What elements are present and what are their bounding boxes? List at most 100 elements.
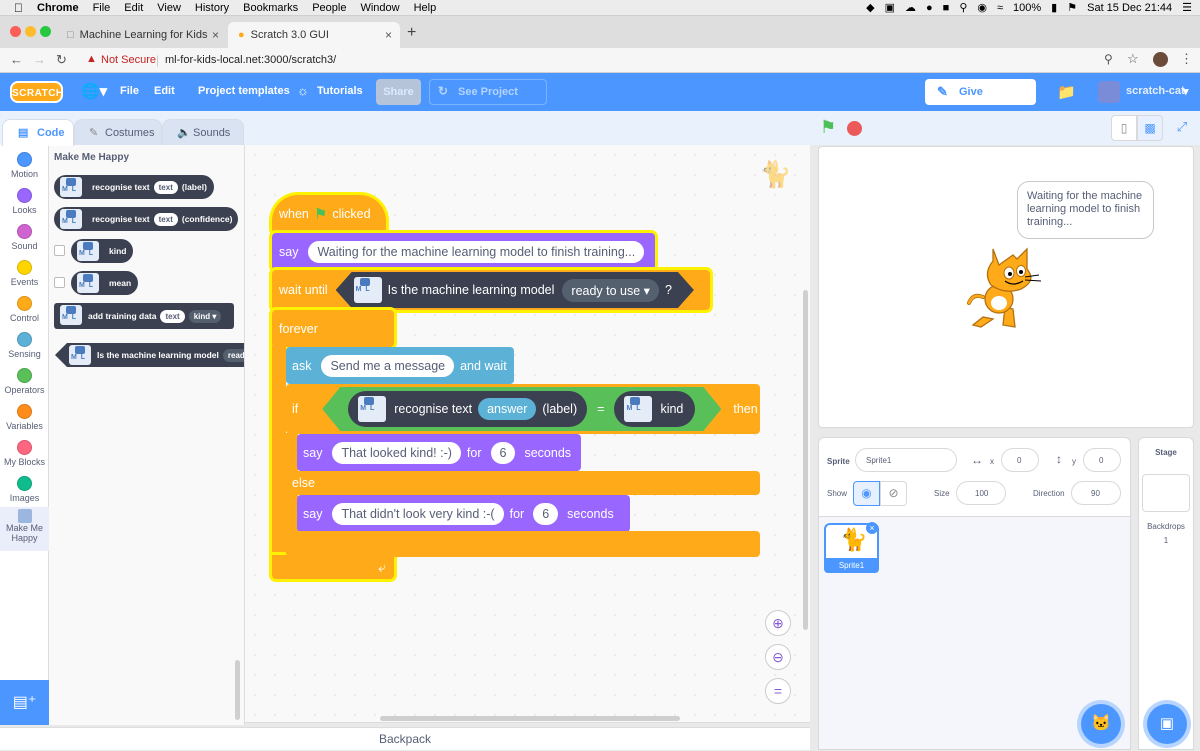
browser-tab-mlforkids[interactable]: □ Machine Learning for Kids ×: [57, 22, 227, 48]
script-vertical-scrollbar[interactable]: [803, 290, 808, 630]
minimize-window-button[interactable]: [25, 26, 36, 37]
close-tab-icon[interactable]: ×: [385, 28, 392, 42]
say-block[interactable]: say Waiting for the machine learning mod…: [272, 233, 655, 270]
zoom-in-button[interactable]: ⊕: [765, 610, 791, 636]
small-stage-button[interactable]: ▯: [1111, 115, 1137, 141]
say-text-input[interactable]: Waiting for the machine learning model t…: [308, 240, 645, 263]
flag-icon[interactable]: ⚑: [1067, 1, 1077, 14]
share-button[interactable]: Share: [376, 79, 421, 105]
app-menu-chrome[interactable]: Chrome: [37, 2, 79, 14]
green-flag-icon[interactable]: ⚑: [820, 117, 836, 138]
when-flag-clicked-block[interactable]: when ⚑ clicked: [272, 195, 386, 233]
wifi-icon[interactable]: ≈: [997, 2, 1003, 14]
category-operators[interactable]: Operators: [0, 363, 49, 395]
state-dropdown[interactable]: read: [222, 348, 244, 362]
delete-sprite-icon[interactable]: ×: [866, 522, 878, 534]
url-field[interactable]: ml-for-kids-local.net:3000/scratch3/: [165, 54, 336, 66]
apple-icon[interactable]: : [14, 1, 23, 15]
tab-sounds[interactable]: 🔈 Sounds: [162, 119, 244, 146]
my-stuff-folder-icon[interactable]: 📁: [1057, 83, 1076, 101]
dropbox-icon[interactable]: ◆: [866, 1, 874, 14]
menu-edit[interactable]: Edit: [124, 2, 143, 14]
search-icon[interactable]: ⚲: [959, 1, 967, 14]
stage-thumbnail[interactable]: [1142, 474, 1190, 512]
category-events[interactable]: Events: [0, 255, 49, 287]
close-window-button[interactable]: [10, 26, 21, 37]
menu-help[interactable]: Help: [414, 2, 437, 14]
palette-block-recognise-label[interactable]: recognise texttext(label): [54, 175, 214, 199]
zoom-reset-button[interactable]: =: [765, 678, 791, 704]
category-images[interactable]: Images: [0, 471, 49, 503]
bookmark-star-icon[interactable]: ☆: [1127, 51, 1139, 67]
stop-icon[interactable]: [847, 121, 862, 136]
menu-view[interactable]: View: [157, 2, 181, 14]
say-text-input[interactable]: That looked kind! :-): [332, 441, 461, 464]
category-sound[interactable]: Sound: [0, 219, 49, 251]
tutorials-bulb-icon[interactable]: ☼: [297, 83, 309, 98]
warning-icon[interactable]: ▲: [86, 53, 97, 65]
secs-input[interactable]: 6: [533, 502, 559, 525]
siri-icon[interactable]: ◉: [977, 1, 987, 14]
new-tab-button[interactable]: +: [407, 24, 416, 42]
close-tab-icon[interactable]: ×: [212, 28, 219, 42]
size-input[interactable]: 100: [956, 481, 1006, 505]
category-sensing[interactable]: Sensing: [0, 327, 49, 359]
zoom-out-button[interactable]: ⊖: [765, 644, 791, 670]
edit-menu[interactable]: Edit: [154, 85, 175, 97]
secs-input[interactable]: 6: [490, 441, 516, 464]
text-input[interactable]: text: [160, 309, 185, 323]
category-variables[interactable]: Variables: [0, 399, 49, 431]
reload-icon[interactable]: ↻: [56, 52, 67, 68]
users-icon[interactable]: ●: [926, 2, 933, 14]
show-hidden-button[interactable]: ⊘: [880, 481, 907, 506]
tab-code[interactable]: ▤ Code: [2, 119, 74, 146]
menu-file[interactable]: File: [93, 2, 111, 14]
y-input[interactable]: 0: [1083, 448, 1121, 472]
scratch-logo[interactable]: SCRATCH: [10, 81, 63, 103]
not-secure-label[interactable]: Not Secure: [101, 54, 156, 66]
browser-tab-scratch[interactable]: ● Scratch 3.0 GUI ×: [228, 22, 400, 48]
x-input[interactable]: 0: [1001, 448, 1039, 472]
show-visible-button[interactable]: ◉: [853, 481, 880, 506]
add-extension-button[interactable]: ▤⁺: [0, 680, 49, 725]
language-globe-icon[interactable]: 🌐▾: [81, 82, 107, 100]
recognise-text-reporter[interactable]: recognise text answer (label): [348, 391, 587, 427]
zoom-icon[interactable]: ⚲: [1104, 52, 1113, 66]
say-text-input[interactable]: That didn't look very kind :-(: [332, 502, 504, 525]
cloud-icon[interactable]: ☁: [905, 1, 916, 14]
ask-text-input[interactable]: Send me a message: [321, 354, 455, 377]
palette-block-add-training-data[interactable]: add training datatextkind ▾: [54, 303, 234, 329]
menu-list-icon[interactable]: ☰: [1182, 1, 1192, 14]
scratch-cat-sprite[interactable]: [965, 247, 1045, 329]
palette-scrollbar[interactable]: [235, 660, 240, 720]
script-area[interactable]: 🐈 when ⚑ clicked say Waiting for the mac…: [245, 145, 810, 723]
choose-backdrop-button[interactable]: ▣: [1147, 704, 1187, 744]
messages-icon[interactable]: ■: [943, 2, 950, 14]
project-templates-menu[interactable]: Project templates: [198, 85, 290, 97]
palette-block-kind[interactable]: kind: [71, 239, 133, 263]
clock[interactable]: Sat 15 Dec 21:44: [1087, 2, 1172, 14]
ready-dropdown[interactable]: ready to use ▾: [562, 279, 659, 302]
user-avatar[interactable]: [1098, 81, 1120, 103]
file-menu[interactable]: File: [120, 85, 139, 97]
text-input[interactable]: text: [153, 180, 178, 194]
sprite-name-input[interactable]: Sprite1: [855, 448, 957, 472]
choose-sprite-button[interactable]: 🐱: [1081, 704, 1121, 744]
wait-until-block[interactable]: wait until Is the machine learning model…: [272, 270, 710, 310]
forever-block[interactable]: forever: [272, 310, 394, 347]
screenshot-icon[interactable]: ▣: [885, 1, 895, 14]
if-else-block[interactable]: if recognise text answer (label) = kind …: [286, 384, 760, 434]
back-icon[interactable]: ←: [10, 52, 23, 67]
say-for-secs-block-not-kind[interactable]: say That didn't look very kind :-( for 6…: [297, 495, 630, 532]
tab-costumes[interactable]: ✎ Costumes: [74, 119, 162, 146]
palette-block-recognise-confidence[interactable]: recognise texttext(confidence): [54, 207, 238, 231]
user-menu-caret-icon[interactable]: ▾: [1183, 85, 1189, 98]
palette-block-mean[interactable]: mean: [71, 271, 138, 295]
more-menu-icon[interactable]: ⋮: [1180, 51, 1193, 67]
backpack-bar[interactable]: Backpack: [0, 727, 810, 750]
menu-history[interactable]: History: [195, 2, 229, 14]
mean-checkbox[interactable]: [54, 277, 65, 288]
is-model-ready-reporter[interactable]: Is the machine learning model ready to u…: [336, 272, 694, 308]
large-stage-button[interactable]: ▩: [1137, 115, 1163, 141]
tutorials-menu[interactable]: Tutorials: [317, 85, 363, 97]
